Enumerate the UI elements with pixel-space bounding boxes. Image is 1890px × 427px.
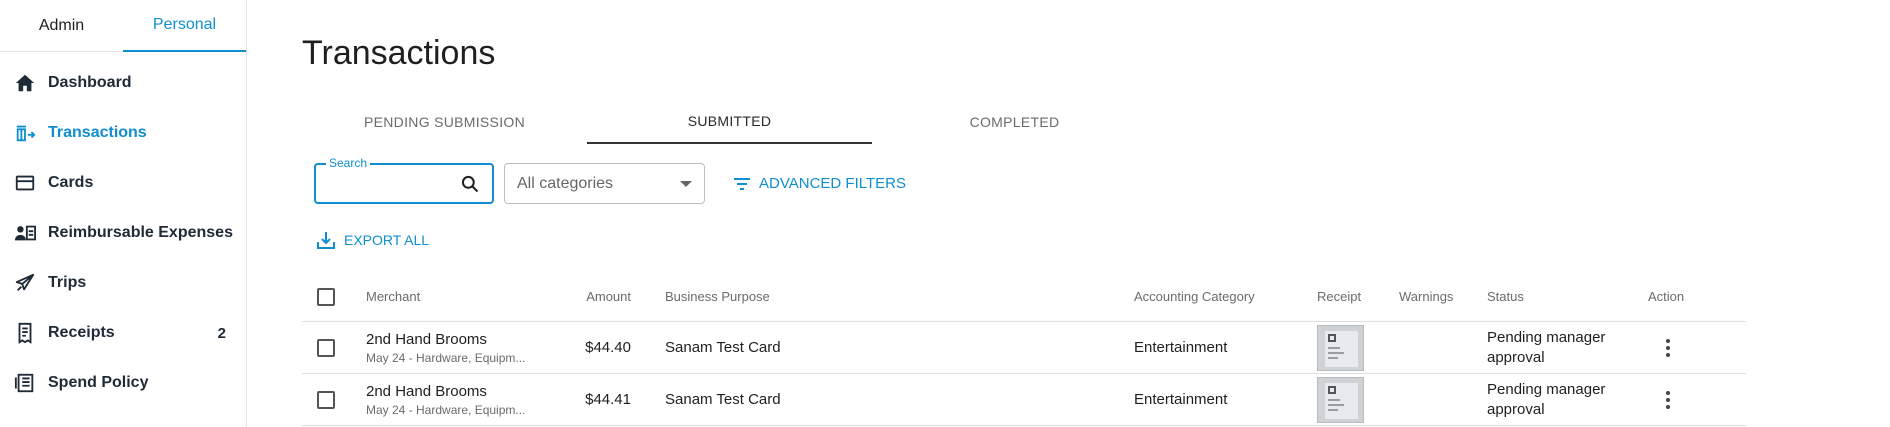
accounting-category-cell: Entertainment: [1134, 339, 1228, 356]
merchant-subtitle: May 24 - Hardware, Equipm...: [366, 350, 526, 365]
receipt-thumbnail[interactable]: [1317, 376, 1364, 423]
search-label: Search: [326, 156, 371, 170]
chevron-down-icon: [680, 180, 692, 187]
page-title: Transactions: [302, 34, 496, 72]
sidebar-item-trips[interactable]: Trips: [0, 258, 246, 308]
table-row[interactable]: 2nd Hand Brooms May 24 - Hardware, Equip…: [302, 322, 1746, 374]
sidebar-item-receipts[interactable]: Receipts 2: [0, 308, 246, 358]
sidebar-item-label: Spend Policy: [48, 374, 149, 391]
tab-personal[interactable]: Personal: [123, 0, 246, 52]
card-icon: [14, 172, 36, 194]
tab-completed[interactable]: COMPLETED: [872, 100, 1157, 144]
transactions-table: Merchant Amount Business Purpose Account…: [302, 272, 1746, 426]
sidebar-item-dashboard[interactable]: Dashboard: [0, 58, 246, 108]
search-icon[interactable]: [460, 174, 480, 194]
sidebar-item-label: Dashboard: [48, 74, 132, 91]
mode-tabs: Admin Personal: [0, 0, 246, 52]
filter-icon: [734, 177, 750, 190]
download-icon: [317, 232, 335, 249]
sidebar-item-label: Trips: [48, 274, 87, 291]
amount-cell: $44.40: [585, 339, 631, 356]
amount-cell: $44.41: [585, 391, 631, 408]
search-field[interactable]: Search: [314, 156, 494, 204]
merchant-name: 2nd Hand Brooms: [366, 330, 487, 348]
sidebar-item-spend-policy[interactable]: Spend Policy: [0, 358, 246, 408]
header-accounting-category[interactable]: Accounting Category: [1134, 289, 1317, 304]
advanced-filters-label: ADVANCED FILTERS: [759, 175, 906, 192]
tab-pending-submission[interactable]: PENDING SUBMISSION: [302, 100, 587, 144]
status-tabs: PENDING SUBMISSION SUBMITTED COMPLETED: [302, 100, 1157, 144]
header-receipt: Receipt: [1317, 289, 1362, 304]
sidebar-item-cards[interactable]: Cards: [0, 158, 246, 208]
filter-row: Search All categories ADVANCED FILTERS: [314, 156, 906, 204]
sidebar-nav: Dashboard Transactions Cards Reimbursabl…: [0, 52, 246, 408]
category-select-value: All categories: [517, 174, 614, 192]
sidebar: Admin Personal Dashboard Transactions Ca…: [0, 0, 247, 427]
tab-admin[interactable]: Admin: [0, 0, 123, 51]
export-all-label: EXPORT ALL: [344, 232, 430, 248]
header-action: Action: [1648, 289, 1685, 304]
header-amount[interactable]: Amount: [551, 289, 651, 304]
sidebar-item-label: Reimbursable Expenses: [48, 224, 233, 241]
home-icon: [14, 72, 36, 94]
sidebar-item-transactions[interactable]: Transactions: [0, 108, 246, 158]
export-all-button[interactable]: EXPORT ALL: [316, 230, 429, 250]
status-cell: Pending manager approval: [1487, 380, 1606, 418]
business-purpose-cell: Sanam Test Card: [665, 391, 781, 408]
header-merchant[interactable]: Merchant: [366, 289, 551, 304]
category-select[interactable]: All categories: [504, 163, 705, 204]
tab-submitted[interactable]: SUBMITTED: [587, 100, 872, 144]
policy-icon: [14, 372, 36, 394]
merchant-subtitle: May 24 - Hardware, Equipm...: [366, 402, 526, 417]
receipts-count-badge: 2: [217, 324, 226, 342]
header-business-purpose[interactable]: Business Purpose: [651, 289, 1134, 304]
sidebar-item-label: Cards: [48, 174, 94, 191]
more-actions-icon[interactable]: [1658, 390, 1678, 409]
select-all-checkbox[interactable]: [317, 287, 335, 306]
merchant-name: 2nd Hand Brooms: [366, 382, 487, 400]
receipt-thumbnail[interactable]: [1317, 324, 1364, 371]
sidebar-item-label: Receipts: [48, 324, 115, 341]
table-header: Merchant Amount Business Purpose Account…: [302, 272, 1746, 322]
merchant-cell: 2nd Hand Brooms May 24 - Hardware, Equip…: [366, 383, 551, 417]
row-checkbox[interactable]: [317, 338, 335, 357]
table-row[interactable]: 2nd Hand Brooms May 24 - Hardware, Equip…: [302, 374, 1746, 426]
business-purpose-cell: Sanam Test Card: [665, 339, 781, 356]
transactions-icon: [14, 122, 36, 144]
status-cell: Pending manager approval: [1487, 328, 1606, 366]
more-actions-icon[interactable]: [1658, 338, 1678, 357]
reimbursement-icon: [14, 222, 36, 244]
advanced-filters-button[interactable]: ADVANCED FILTERS: [733, 175, 906, 192]
sidebar-item-label: Transactions: [48, 124, 147, 141]
merchant-cell: 2nd Hand Brooms May 24 - Hardware, Equip…: [366, 331, 551, 365]
receipt-icon: [14, 322, 36, 344]
plane-icon: [14, 272, 36, 294]
sidebar-item-reimbursable-expenses[interactable]: Reimbursable Expenses: [0, 208, 246, 258]
accounting-category-cell: Entertainment: [1134, 391, 1228, 408]
header-warnings: Warnings: [1399, 289, 1454, 304]
header-status[interactable]: Status: [1487, 289, 1648, 304]
search-input[interactable]: [326, 173, 456, 195]
row-checkbox[interactable]: [317, 390, 335, 409]
